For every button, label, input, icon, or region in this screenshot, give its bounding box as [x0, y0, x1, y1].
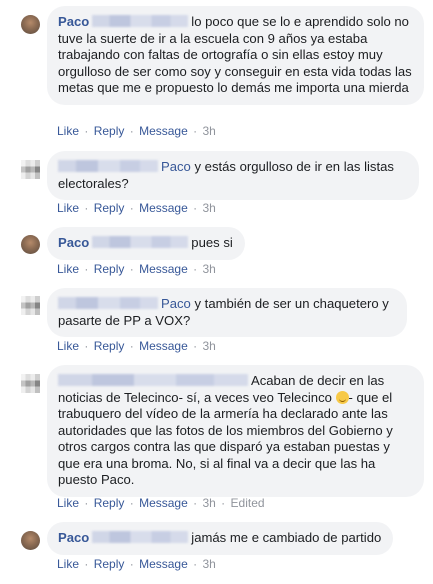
avatar[interactable]: [21, 531, 40, 550]
reply-link[interactable]: Reply: [94, 339, 125, 353]
redacted-name: [92, 531, 189, 543]
separator: ·: [129, 124, 134, 138]
comment-bubble: Paco jamás me e cambiado de partido: [47, 522, 394, 555]
reply-link[interactable]: Reply: [94, 496, 125, 510]
mention-link[interactable]: Paco: [161, 159, 191, 174]
redacted-name: [92, 15, 189, 27]
reply-link[interactable]: Reply: [94, 262, 125, 276]
author-name[interactable]: Paco: [58, 530, 89, 545]
avatar[interactable]: [21, 296, 40, 315]
message-link[interactable]: Message: [139, 496, 188, 510]
separator: ·: [193, 201, 198, 215]
separator: ·: [84, 262, 89, 276]
comment-actions: Like · Reply · Message · 3h: [57, 262, 216, 276]
message-link[interactable]: Message: [139, 557, 188, 571]
timestamp[interactable]: 3h: [202, 201, 215, 215]
comment-actions: Like · Reply · Message · 3h: [57, 201, 216, 215]
reply-link[interactable]: Reply: [94, 124, 125, 138]
comment-bubble: Acaban de decir en las noticias de Telec…: [47, 365, 424, 497]
reply-link[interactable]: Reply: [94, 201, 125, 215]
like-link[interactable]: Like: [57, 496, 79, 510]
like-link[interactable]: Like: [57, 557, 79, 571]
comment-bubble: Paco pues si: [47, 227, 245, 260]
separator: ·: [193, 496, 198, 510]
timestamp[interactable]: 3h: [202, 262, 215, 276]
mention-link[interactable]: Paco: [161, 296, 191, 311]
timestamp[interactable]: 3h: [202, 557, 215, 571]
separator: ·: [129, 201, 134, 215]
like-link[interactable]: Like: [57, 339, 79, 353]
separator: ·: [129, 557, 134, 571]
comment-bubble: Paco y también de ser un chaquetero y pa…: [47, 288, 407, 337]
like-link[interactable]: Like: [57, 201, 79, 215]
separator: ·: [129, 262, 134, 276]
comment-actions: Like · Reply · Message · 3h · Edited: [57, 496, 265, 510]
timestamp[interactable]: 3h: [202, 124, 215, 138]
separator: ·: [84, 496, 89, 510]
timestamp[interactable]: 3h: [202, 339, 215, 353]
author-name[interactable]: Paco: [58, 14, 89, 29]
separator: ·: [84, 201, 89, 215]
like-link[interactable]: Like: [57, 262, 79, 276]
comment-bubble: Paco lo poco que se lo e aprendido solo n…: [47, 6, 424, 105]
timestamp[interactable]: 3h: [202, 496, 215, 510]
like-link[interactable]: Like: [57, 124, 79, 138]
comment-actions: Like · Reply · Message · 3h: [57, 557, 216, 571]
edited-label[interactable]: Edited: [231, 496, 265, 510]
reply-link[interactable]: Reply: [94, 557, 125, 571]
smirk-emoji-icon: [335, 390, 349, 404]
message-link[interactable]: Message: [139, 124, 188, 138]
separator: ·: [84, 557, 89, 571]
redacted-name: [58, 374, 248, 386]
avatar[interactable]: [21, 15, 40, 34]
avatar[interactable]: [21, 235, 40, 254]
separator: ·: [84, 339, 89, 353]
comment-text: jamás me e cambiado de partido: [191, 530, 382, 545]
separator: ·: [84, 124, 89, 138]
redacted-name: [58, 160, 158, 172]
separator: ·: [193, 124, 198, 138]
comment-bubble: Paco y estás orgulloso de ir en las list…: [47, 151, 419, 200]
avatar[interactable]: [21, 160, 40, 179]
message-link[interactable]: Message: [139, 262, 188, 276]
author-name[interactable]: Paco: [58, 235, 89, 250]
comment-actions: Like · Reply · Message · 3h: [57, 124, 216, 138]
message-link[interactable]: Message: [139, 201, 188, 215]
redacted-name: [92, 236, 189, 248]
comment-actions: Like · Reply · Message · 3h: [57, 339, 216, 353]
message-link[interactable]: Message: [139, 339, 188, 353]
separator: ·: [193, 262, 198, 276]
redacted-name: [58, 297, 158, 309]
separator: ·: [221, 496, 226, 510]
separator: ·: [129, 496, 134, 510]
separator: ·: [193, 557, 198, 571]
separator: ·: [193, 339, 198, 353]
separator: ·: [129, 339, 134, 353]
avatar[interactable]: [21, 374, 40, 393]
comment-text: pues si: [191, 235, 233, 250]
